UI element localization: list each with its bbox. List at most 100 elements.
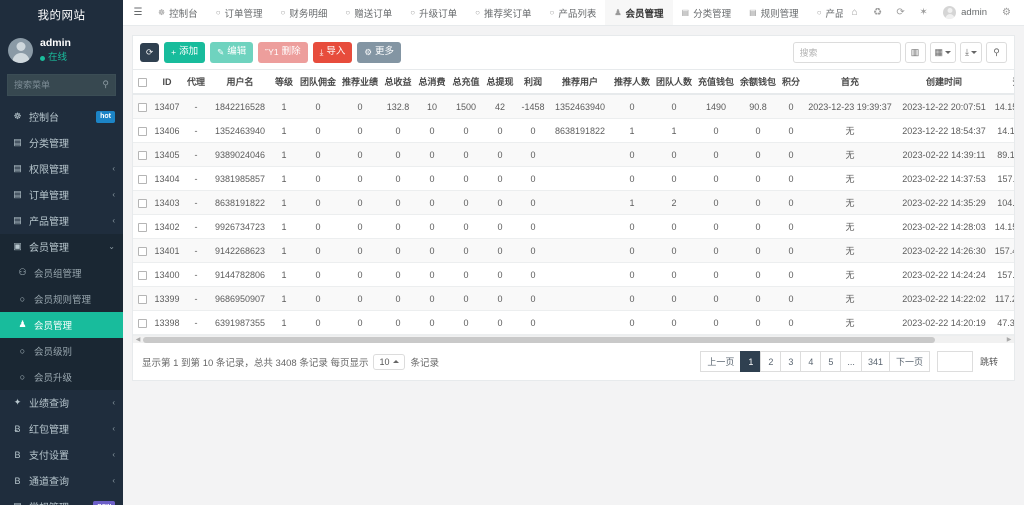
sidebar-item-15[interactable]: ▤ 常规管理 new — [0, 494, 123, 505]
topbar-user[interactable]: admin — [935, 6, 995, 19]
tab-1[interactable]: ○ 订单管理 — [207, 0, 272, 25]
row-checkbox[interactable] — [137, 318, 147, 328]
sidebar-item-5[interactable]: ▣ 会员管理 ⌄ — [0, 233, 123, 260]
column-header-total_income[interactable]: 总收益 — [381, 69, 415, 95]
table-row[interactable]: 13402-9926734723 1 0 0 0 0 0 0 0 0 0 0 0 0 无 2023-02-22… — [133, 214, 1014, 239]
sidebar-item-6[interactable]: ⚇ 会员组管理 — [0, 259, 123, 286]
sidebar-item-4[interactable]: ▤ 产品管理 ‹ — [0, 208, 123, 234]
sidebar-item-11[interactable]: ✦ 业绩查询 ‹ — [0, 390, 123, 416]
column-header-balance_wallet[interactable]: 余额钱包 — [737, 69, 779, 95]
scrollbar-thumb[interactable] — [143, 336, 936, 343]
sidebar-item-7[interactable]: ○ 会员规则管理 — [0, 285, 123, 312]
tab-0[interactable]: ☸ 控制台 — [149, 0, 207, 25]
scrollbar-track[interactable] — [143, 336, 1004, 343]
table-row[interactable]: 13406-1352463940 1 0 0 0 0 0 0 0 8638191822 1 1 0 0 0 无… — [133, 118, 1014, 143]
tab-9[interactable]: ▤ 规则管理 — [740, 0, 808, 25]
sidebar-item-12[interactable]: Ƀ 红包管理 ‹ — [0, 416, 123, 442]
page-button-1[interactable]: 1 — [740, 351, 762, 372]
page-button-...[interactable]: ... — [840, 351, 862, 372]
page-button-3[interactable]: 3 — [780, 351, 802, 372]
fullscreen-icon[interactable]: ✶ — [912, 7, 935, 18]
column-header-username[interactable]: 用户名 — [209, 69, 271, 95]
sidebar-item-14[interactable]: B 通道查询 ‹ — [0, 468, 123, 494]
page-button-2[interactable]: 2 — [760, 351, 782, 372]
row-checkbox[interactable] — [137, 102, 147, 112]
tab-4[interactable]: ○ 升级订单 — [401, 0, 466, 25]
delete-button[interactable]: Ὕ1 删除 — [258, 42, 308, 63]
column-header-referral_count[interactable]: 推荐人数 — [611, 69, 653, 95]
table-row[interactable]: 13399-9686950907 1 0 0 0 0 0 0 0 0 0 0 0 0 无 2023-02-22… — [133, 286, 1014, 311]
tab-3[interactable]: ○ 赠送订单 — [336, 0, 401, 25]
sidebar-search-input[interactable] — [14, 79, 94, 90]
sidebar-search[interactable]: ⚲ — [7, 73, 116, 96]
search-icon[interactable]: ⚲ — [102, 79, 109, 90]
column-header-points[interactable]: 积分 — [779, 69, 803, 95]
advanced-search-button[interactable]: ⚲ — [986, 42, 1007, 63]
page-button-341[interactable]: 341 — [860, 351, 890, 372]
sidebar-item-0[interactable]: ☸ 控制台 hot — [0, 104, 123, 130]
column-header-total_recharge[interactable]: 总充值 — [449, 69, 483, 95]
sidebar-user-panel[interactable]: admin 在线 — [0, 30, 123, 74]
sidebar-item-10[interactable]: ○ 会员升级 — [0, 363, 123, 390]
hamburger-menu-icon[interactable]: ☰ — [127, 7, 149, 18]
sidebar-item-3[interactable]: ▤ 订单管理 ‹ — [0, 182, 123, 208]
column-header-id[interactable]: ID — [151, 69, 183, 95]
column-header-total_withdraw[interactable]: 总提现 — [483, 69, 517, 95]
column-header-referral_user[interactable]: 推荐用户 — [549, 69, 611, 95]
fullscreen-table-button[interactable]: ▥ — [904, 42, 926, 63]
tab-8[interactable]: ▤ 分类管理 — [673, 0, 741, 25]
column-header-level[interactable]: 等级 — [271, 69, 297, 95]
refresh-page-icon[interactable]: ⟳ — [889, 7, 912, 18]
page-button-4[interactable]: 4 — [800, 351, 822, 372]
tab-7[interactable]: ♟ 会员管理 — [605, 0, 673, 25]
search-input[interactable] — [792, 42, 901, 63]
table-row[interactable]: 13404-9381985857 1 0 0 0 0 0 0 0 0 0 0 0 0 无 2023-02-22… — [133, 166, 1014, 191]
column-header-login_ip[interactable]: 登录IP — [991, 69, 1014, 95]
horizontal-scrollbar[interactable]: ◀ ▶ — [133, 335, 1014, 343]
table-row[interactable]: 13400-9144782806 1 0 0 0 0 0 0 0 0 0 0 0 0 无 2023-02-22… — [133, 262, 1014, 287]
column-header-profit[interactable]: 利润 — [517, 69, 549, 95]
refresh-button[interactable]: ⟳ — [140, 42, 160, 63]
column-header-total_spend[interactable]: 总消费 — [415, 69, 449, 95]
row-checkbox[interactable] — [137, 270, 147, 280]
edit-button[interactable]: ✎ 编辑 — [210, 42, 254, 63]
column-header-first_recharge[interactable]: 首充 — [803, 69, 897, 95]
page-jump-input[interactable] — [936, 351, 973, 372]
gear-icon[interactable]: ⚙ — [995, 7, 1018, 18]
column-header-agent[interactable]: 代理 — [183, 69, 209, 95]
sidebar-item-2[interactable]: ▤ 权限管理 ‹ — [0, 156, 123, 182]
row-checkbox[interactable] — [137, 198, 147, 208]
tab-10[interactable]: ○产品分类 — [808, 0, 843, 25]
columns-dropdown-button[interactable]: ▦ — [929, 42, 957, 63]
row-checkbox[interactable] — [137, 222, 147, 232]
prev-page-button[interactable]: 上一页 — [700, 351, 742, 372]
add-button[interactable]: + 添加 — [164, 42, 206, 63]
column-header-team_commission[interactable]: 团队佣金 — [297, 69, 339, 95]
table-row[interactable]: 13407-1842216528 1 0 0 132.8 10 1500 42 -1458 135… — [133, 94, 1014, 119]
column-header-referral_perf[interactable]: 推荐业绩 — [339, 69, 381, 95]
column-header-team_count[interactable]: 团队人数 — [653, 69, 695, 95]
row-checkbox[interactable] — [137, 126, 147, 136]
import-button[interactable]: ⤓ 导入 — [312, 42, 353, 63]
more-button[interactable]: ⚙ 更多 — [357, 42, 401, 63]
select-all-checkbox[interactable] — [137, 77, 147, 87]
row-checkbox[interactable] — [137, 174, 147, 184]
tab-6[interactable]: ○ 产品列表 — [540, 0, 605, 25]
table-row[interactable]: 13403-8638191822 1 0 0 0 0 0 0 0 1 2 0 0 0 无 2023-02-22… — [133, 190, 1014, 215]
table-row[interactable]: 13405-9389024046 1 0 0 0 0 0 0 0 0 0 0 0 0 无 2023-02-22… — [133, 142, 1014, 167]
sidebar-item-1[interactable]: ▤ 分类管理 — [0, 130, 123, 156]
scroll-left-arrow-icon[interactable]: ◀ — [133, 336, 143, 343]
page-jump-button[interactable]: 跳转 — [973, 355, 1005, 368]
column-header-check[interactable] — [133, 69, 151, 95]
home-icon[interactable]: ⌂ — [843, 7, 866, 18]
sidebar-item-8[interactable]: ♟ 会员管理 — [0, 311, 123, 338]
page-button-5[interactable]: 5 — [820, 351, 842, 372]
column-header-recharge_wallet[interactable]: 充值钱包 — [695, 69, 737, 95]
row-checkbox[interactable] — [137, 294, 147, 304]
next-page-button[interactable]: 下一页 — [888, 351, 930, 372]
row-checkbox[interactable] — [137, 246, 147, 256]
export-dropdown-button[interactable]: ⤓ — [960, 42, 982, 63]
page-size-select[interactable]: 10 — [373, 353, 406, 370]
scroll-right-arrow-icon[interactable]: ▶ — [1004, 336, 1014, 343]
sidebar-item-9[interactable]: ○ 会员级别 — [0, 337, 123, 364]
